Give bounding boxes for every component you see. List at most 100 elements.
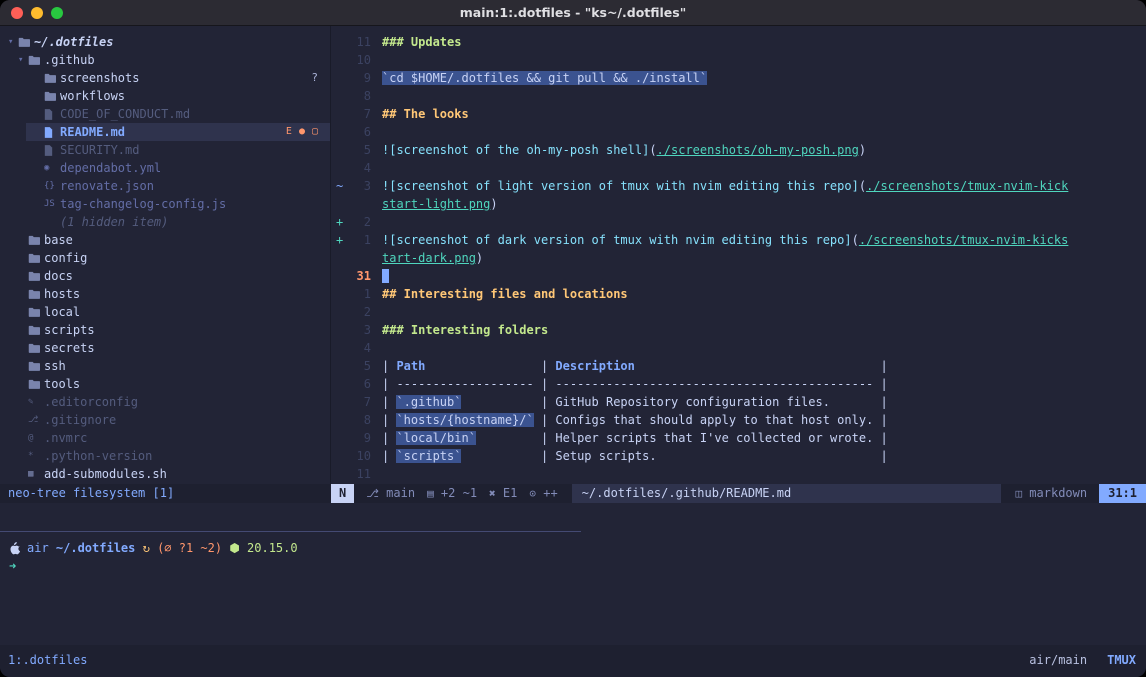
syntax-segment: `hosts/{hostname}/`	[396, 413, 533, 427]
neotree-sidebar[interactable]: ▾~/.dotfiles▾.githubscreenshots?workflow…	[0, 26, 330, 484]
line-text: ## The looks	[371, 105, 469, 123]
minimize-window-button[interactable]	[31, 7, 43, 19]
editor-buffer: 11### Updates109`cd $HOME/.dotfiles && g…	[331, 33, 1146, 483]
line-number: 5	[345, 141, 371, 159]
tree-item-label: tools	[44, 375, 80, 393]
tree-item-scripts[interactable]: scripts	[0, 321, 330, 339]
error-icon: ✖	[489, 487, 496, 500]
line-number: 9	[345, 429, 371, 447]
tree-item-code-of-conduct-md[interactable]: CODE_OF_CONDUCT.md	[0, 105, 330, 123]
tree-item-label: add-submodules.sh	[44, 465, 167, 483]
line-text	[371, 267, 389, 285]
folder-icon	[28, 361, 44, 371]
tree-item-config[interactable]: config	[0, 249, 330, 267]
tree-item-base[interactable]: base	[0, 231, 330, 249]
tmux-badge: TMUX	[1107, 651, 1136, 669]
syntax-segment: `cd $HOME/.dotfiles && git pull && ./ins…	[382, 71, 707, 85]
syntax-segment: ./screenshots/tmux-nvim-kicks	[859, 233, 1069, 247]
editor-line[interactable]: 6	[331, 123, 1146, 141]
syntax-segment: |	[476, 431, 555, 445]
editor-line[interactable]: 1## Interesting files and locations	[331, 285, 1146, 303]
syntax-segment: |	[635, 359, 888, 373]
tmux-session-host: air/main	[1029, 651, 1087, 669]
editor-line[interactable]: 9| `local/bin` | Helper scripts that I'v…	[331, 429, 1146, 447]
editor-line[interactable]: 7## The looks	[331, 105, 1146, 123]
tree-item-workflows[interactable]: workflows	[0, 87, 330, 105]
editor-line[interactable]: 7| `.github` | GitHub Repository configu…	[331, 393, 1146, 411]
tree-item-nvmrc[interactable]: @.nvmrc	[0, 429, 330, 447]
syntax-segment: |	[657, 449, 888, 463]
tree-item-local[interactable]: local	[0, 303, 330, 321]
editor-line[interactable]: +1![screenshot of dark version of tmux w…	[331, 231, 1146, 249]
git-status: (⌀ ?1 ~2)	[150, 541, 222, 555]
titlebar[interactable]: main:1:.dotfiles - "ks~/.dotfiles"	[0, 0, 1146, 26]
editor-line[interactable]: 2	[331, 303, 1146, 321]
expander-icon[interactable]: ▾	[8, 33, 18, 51]
prompt-segments: air ~/.dotfiles ↻ (⌀ ?1 ~2) ⬢ 20.15.0	[27, 539, 298, 557]
editor-line[interactable]: 9`cd $HOME/.dotfiles && git pull && ./in…	[331, 69, 1146, 87]
syntax-segment: | ------------------- | ----------------…	[382, 377, 888, 391]
traffic-lights	[11, 7, 63, 19]
nvm-icon: @	[28, 429, 44, 447]
tree-item-secrets[interactable]: secrets	[0, 339, 330, 357]
tree-item-gitignore[interactable]: ⎇.gitignore	[0, 411, 330, 429]
tree-item-dotfiles[interactable]: ▾~/.dotfiles	[0, 33, 330, 51]
tree-item-add-submodules-sh[interactable]: ▦add-submodules.sh	[0, 465, 330, 483]
editor-line[interactable]: 10| `scripts` | Setup scripts. |	[331, 447, 1146, 465]
editor-line[interactable]: 11	[331, 465, 1146, 483]
editor-line[interactable]: 3### Interesting folders	[331, 321, 1146, 339]
tree-item-label: local	[44, 303, 80, 321]
tree-item-editorconfig[interactable]: ✎.editorconfig	[0, 393, 330, 411]
line-text	[371, 339, 382, 357]
shell-input-line[interactable]: ➜	[9, 557, 1138, 575]
editor-line[interactable]: 10	[331, 51, 1146, 69]
line-number: 6	[345, 375, 371, 393]
shell-script-icon: ▦	[28, 465, 44, 483]
gitsign	[331, 447, 345, 465]
editor-line[interactable]: 4	[331, 339, 1146, 357]
editor-line[interactable]: ~3![screenshot of light version of tmux …	[331, 177, 1146, 195]
tree-item-tools[interactable]: tools	[0, 375, 330, 393]
tree-item-label: .nvmrc	[44, 429, 87, 447]
tree-item-readme-md[interactable]: README.mdE●▢	[0, 123, 330, 141]
editor-line[interactable]: start-light.png)	[331, 195, 1146, 213]
editor-pane[interactable]: 11### Updates109`cd $HOME/.dotfiles && g…	[331, 26, 1146, 484]
git-branch-icon: ⎇	[366, 487, 379, 500]
shell-pane[interactable]: air ~/.dotfiles ↻ (⌀ ?1 ~2) ⬢ 20.15.0 ➜	[0, 532, 1146, 645]
editor-line[interactable]: 8| `hosts/{hostname}/` | Configs that sh…	[331, 411, 1146, 429]
editor-line[interactable]: 8	[331, 87, 1146, 105]
zoom-window-button[interactable]	[51, 7, 63, 19]
editor-line[interactable]: 31	[331, 267, 1146, 285]
tree-item-label: renovate.json	[60, 177, 154, 195]
tmux-window-name[interactable]: 1:.dotfiles	[8, 651, 87, 669]
line-number: 11	[345, 465, 371, 483]
editor-line[interactable]: 5| Path | Description |	[331, 357, 1146, 375]
editor-line[interactable]: 6 | ------------------- | ---------------…	[331, 375, 1146, 393]
tree-item-dependabot-yml[interactable]: ◉dependabot.yml	[0, 159, 330, 177]
editor-line[interactable]: 11### Updates	[331, 33, 1146, 51]
tree-item-screenshots[interactable]: screenshots?	[0, 69, 330, 87]
editor-line[interactable]: tart-dark.png)	[331, 249, 1146, 267]
neotree-statusline: neo-tree filesystem [1]	[0, 484, 331, 503]
line-number: 3	[345, 321, 371, 339]
gitsign	[331, 465, 345, 483]
close-window-button[interactable]	[11, 7, 23, 19]
editor-line[interactable]: 5![screenshot of the oh-my-posh shell](.…	[331, 141, 1146, 159]
expander-icon[interactable]: ▾	[18, 51, 28, 69]
tree-item-security-md[interactable]: SECURITY.md	[0, 141, 330, 159]
tree-item-docs[interactable]: docs	[0, 267, 330, 285]
item-badges: ?	[311, 69, 318, 87]
editor-line[interactable]: 4	[331, 159, 1146, 177]
markdown-file-icon	[44, 145, 60, 156]
tree-item-github[interactable]: ▾.github	[0, 51, 330, 69]
tree-item-hosts[interactable]: hosts	[0, 285, 330, 303]
line-text: ![screenshot of light version of tmux wi…	[371, 177, 1068, 195]
tree-item-label: CODE_OF_CONDUCT.md	[60, 105, 190, 123]
tree-item-ssh[interactable]: ssh	[0, 357, 330, 375]
tree-item-1-hidden-item[interactable]: (1 hidden item)	[0, 213, 330, 231]
tree-item-tag-changelog-config-js[interactable]: JStag-changelog-config.js	[0, 195, 330, 213]
extras-segment: ⊙ ++	[529, 484, 557, 503]
tree-item-renovate-json[interactable]: {}renovate.json	[0, 177, 330, 195]
tree-item-python-version[interactable]: *.python-version	[0, 447, 330, 465]
editor-line[interactable]: +2	[331, 213, 1146, 231]
